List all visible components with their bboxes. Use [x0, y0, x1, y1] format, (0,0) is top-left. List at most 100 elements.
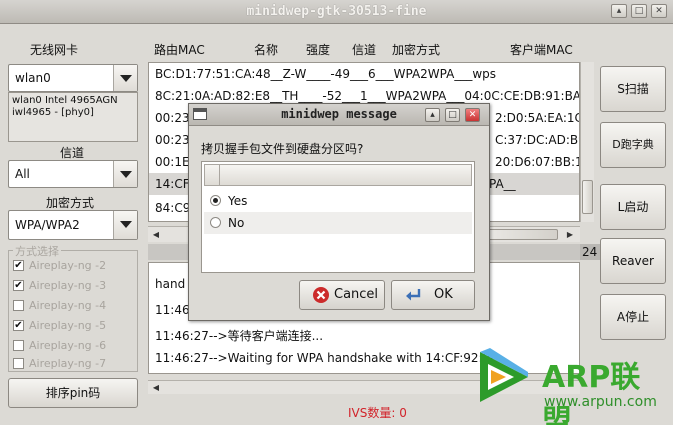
- count-indicator: 24: [582, 245, 598, 259]
- option-label: No: [228, 216, 245, 230]
- window-title: minidwep-gtk-30513-fine: [246, 4, 427, 19]
- reaver-button[interactable]: Reaver: [600, 238, 666, 284]
- scroll-right-icon[interactable]: ▶: [564, 229, 576, 241]
- ok-button-label: OK: [434, 287, 453, 302]
- dialog-maximize-button[interactable]: □: [445, 108, 460, 122]
- header-strength: 强度: [306, 43, 331, 57]
- method-label: Aireplay-ng -3: [29, 279, 107, 292]
- scroll-left-icon[interactable]: ◀: [150, 229, 162, 241]
- interface-select[interactable]: wlan0: [8, 64, 138, 92]
- interface-select-value: wlan0: [15, 71, 51, 85]
- log-line: hand: [155, 277, 186, 291]
- sort-pin-button-label: 排序pin码: [45, 386, 101, 400]
- scroll-thumb[interactable]: [582, 180, 593, 214]
- encryption-select[interactable]: WPA/WPA2: [8, 210, 138, 240]
- header-client-mac: 客户端MAC: [510, 43, 573, 57]
- chevron-down-icon[interactable]: [113, 161, 137, 187]
- option-no[interactable]: No: [204, 212, 472, 234]
- scroll-left-icon[interactable]: ◀: [150, 382, 162, 394]
- option-yes[interactable]: Yes: [204, 190, 472, 212]
- channel-select[interactable]: All: [8, 160, 138, 188]
- scan-button-label: S扫描: [617, 82, 649, 96]
- stop-button[interactable]: A停止: [600, 294, 666, 340]
- method-checkbox[interactable]: Aireplay-ng -4: [13, 297, 133, 315]
- play-logo-icon: [480, 348, 528, 402]
- checkbox-box[interactable]: [13, 358, 24, 369]
- channel-select-value: All: [15, 167, 30, 181]
- dialog-close-button[interactable]: ✕: [465, 108, 480, 122]
- method-label: Aireplay-ng -4: [29, 299, 107, 312]
- method-label: Aireplay-ng -6: [29, 339, 107, 352]
- stop-button-label: A停止: [616, 310, 650, 324]
- channel-label: 信道: [60, 146, 85, 160]
- arp-logo-watermark: ARP联盟 www.arpun.com: [458, 340, 670, 425]
- network-row-mac: 00:1E: [155, 155, 190, 169]
- method-checkbox[interactable]: ✔ Aireplay-ng -2: [13, 257, 133, 275]
- dialog-options-list[interactable]: Yes No: [201, 161, 475, 273]
- dictionary-button[interactable]: D跑字典: [600, 122, 666, 168]
- header-name: 名称: [254, 43, 279, 57]
- dialog-title: minidwep message: [281, 107, 397, 121]
- method-checkbox[interactable]: ✔ Aireplay-ng -3: [13, 277, 133, 295]
- network-row-mac: 00:23: [155, 111, 190, 125]
- cancel-icon: [313, 287, 329, 303]
- log-line: 11:46:27-->Waiting for WPA handshake wit…: [155, 351, 498, 365]
- brand-url: www.arpun.com: [544, 394, 657, 410]
- header-encryption: 加密方式: [392, 43, 441, 57]
- log-line: 11:46:27-->等待客户端连接...: [155, 329, 324, 343]
- method-group: 方式选择 ✔ Aireplay-ng -2 ✔ Aireplay-ng -3 A…: [8, 243, 138, 373]
- header-router-mac: 路由MAC: [154, 43, 205, 57]
- reaver-button-label: Reaver: [612, 254, 654, 268]
- option-label: Yes: [228, 194, 248, 208]
- radio-icon[interactable]: [210, 217, 221, 228]
- ok-button[interactable]: OK: [391, 280, 475, 310]
- method-checkbox[interactable]: Aireplay-ng -6: [13, 337, 133, 355]
- method-label: Aireplay-ng -5: [29, 319, 107, 332]
- network-row-mac: 00:23: [155, 133, 190, 147]
- radio-selected-icon[interactable]: [210, 195, 221, 206]
- network-row-client: 2:D0:5A:EA:1C: [495, 111, 579, 125]
- header-channel: 信道: [352, 43, 377, 57]
- method-label: Aireplay-ng -7: [29, 357, 107, 370]
- checkbox-box[interactable]: ✔: [13, 320, 24, 331]
- sort-pin-button[interactable]: 排序pin码: [8, 378, 138, 408]
- close-window-button[interactable]: ✕: [651, 4, 667, 18]
- restore-window-button[interactable]: ▴: [611, 4, 627, 18]
- checkbox-box[interactable]: ✔: [13, 280, 24, 291]
- window-titlebar: minidwep-gtk-30513-fine ▴ □ ✕: [0, 0, 673, 24]
- network-list-vscrollbar[interactable]: [580, 62, 594, 222]
- wireless-card-label: 无线网卡: [30, 43, 79, 57]
- method-checkbox[interactable]: ✔ Aireplay-ng -5: [13, 317, 133, 335]
- brand-name: ARP联盟: [542, 360, 641, 425]
- method-label: Aireplay-ng -2: [29, 259, 107, 272]
- maximize-window-button[interactable]: □: [631, 4, 647, 18]
- network-row-mac: 14:CF: [155, 177, 190, 191]
- dialog-restore-button[interactable]: ▴: [425, 108, 440, 122]
- message-dialog: minidwep message ▴ □ ✕ 拷贝握手包文件到硬盘分区吗? Ye…: [188, 103, 490, 321]
- enter-arrow-icon: [406, 289, 421, 301]
- method-checkbox[interactable]: Aireplay-ng -7: [13, 355, 133, 373]
- launch-button-label: L启动: [617, 200, 649, 214]
- scan-button[interactable]: S扫描: [600, 66, 666, 112]
- launch-button[interactable]: L启动: [600, 184, 666, 230]
- chevron-down-icon[interactable]: [113, 65, 137, 91]
- checkbox-box[interactable]: ✔: [13, 260, 24, 271]
- cancel-button[interactable]: Cancel: [299, 280, 385, 310]
- dialog-question: 拷贝握手包文件到硬盘分区吗?: [201, 142, 364, 156]
- dialog-list-header: [204, 164, 472, 186]
- network-row-client: C:37:DC:AD:B9:: [495, 133, 579, 147]
- dialog-titlebar: minidwep message ▴ □ ✕: [189, 104, 489, 126]
- network-row-client: 20:D6:07:BB:11:: [495, 155, 579, 169]
- interface-info-line: wlan0 Intel 4965AGN: [12, 95, 118, 106]
- ivs-count-status: IVS数量: 0: [348, 406, 407, 420]
- interface-info-line: iwl4965 - [phy0]: [12, 107, 94, 118]
- network-row-client: PA__: [489, 177, 516, 191]
- encryption-select-value: WPA/WPA2: [15, 218, 80, 232]
- interface-info: wlan0 Intel 4965AGN iwl4965 - [phy0]: [8, 92, 138, 142]
- log-line: 11:46: [155, 303, 190, 317]
- dictionary-button-label: D跑字典: [612, 138, 654, 151]
- checkbox-box[interactable]: [13, 340, 24, 351]
- checkbox-box[interactable]: [13, 300, 24, 311]
- chevron-down-icon[interactable]: [113, 211, 137, 239]
- network-row[interactable]: BC:D1:77:51:CA:48__Z-W____-49___6___WPA2…: [149, 63, 579, 85]
